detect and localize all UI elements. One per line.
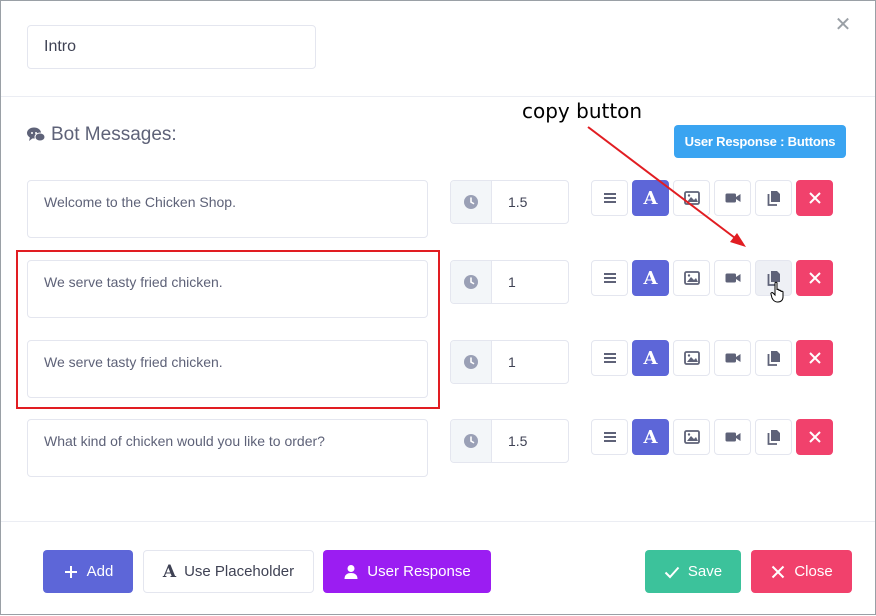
delay-input-group: 1 [450, 340, 569, 384]
copy-icon[interactable] [755, 260, 792, 303]
use-placeholder-button[interactable]: A Use Placeholder [143, 550, 314, 593]
hand-cursor-icon [770, 281, 784, 303]
user-response-label: User Response [367, 563, 471, 580]
image-icon[interactable] [673, 419, 710, 455]
menu-icon[interactable] [591, 180, 628, 216]
font-icon: A [162, 561, 177, 582]
close-icon[interactable]: ✕ [833, 15, 853, 35]
delay-value-input[interactable]: 1 [492, 341, 568, 383]
delete-icon[interactable] [796, 260, 833, 296]
header-divider [1, 96, 875, 97]
save-label: Save [687, 563, 723, 580]
highlight-box [16, 250, 440, 409]
delay-value-input[interactable]: 1.5 [492, 181, 568, 223]
user-response-buttons-button[interactable]: User Response : Buttons [674, 125, 846, 158]
message-text-field[interactable]: What kind of chicken would you like to o… [27, 419, 428, 477]
font-icon[interactable]: A [632, 180, 669, 216]
message-toolbar: A [591, 419, 833, 455]
video-icon[interactable] [714, 260, 751, 296]
message-toolbar: A [591, 340, 833, 376]
font-icon[interactable]: A [632, 340, 669, 376]
video-icon[interactable] [714, 180, 751, 216]
delay-input-group: 1 [450, 260, 569, 304]
font-icon[interactable]: A [632, 419, 669, 455]
message-text-field[interactable]: Welcome to the Chicken Shop. [27, 180, 428, 238]
clock-icon [451, 181, 492, 223]
close-label: Close [794, 563, 833, 580]
intent-title-input[interactable]: Intro [27, 25, 316, 69]
clock-icon [451, 341, 492, 383]
user-icon [344, 564, 358, 579]
image-icon[interactable] [673, 260, 710, 296]
close-button[interactable]: Close [751, 550, 852, 593]
add-button[interactable]: Add [43, 550, 133, 593]
use-placeholder-label: Use Placeholder [184, 563, 295, 580]
delete-icon[interactable] [796, 340, 833, 376]
add-label: Add [86, 563, 114, 580]
message-toolbar: A [591, 260, 833, 303]
message-row: Welcome to the Chicken Shop. 1.5 A [1, 180, 875, 238]
message-row: What kind of chicken would you like to o… [1, 419, 875, 477]
save-button[interactable]: Save [645, 550, 741, 593]
copy-icon[interactable] [755, 340, 792, 376]
video-icon[interactable] [714, 340, 751, 376]
message-toolbar: A [591, 180, 833, 216]
footer-divider [1, 521, 875, 522]
message-editor-modal: Intro ✕ Bot Messages: User Response : Bu… [0, 0, 876, 615]
section-title-text: Bot Messages: [51, 124, 177, 145]
delay-input-group: 1.5 [450, 419, 569, 463]
delete-icon[interactable] [796, 419, 833, 455]
plus-icon [64, 565, 77, 578]
font-icon[interactable]: A [632, 260, 669, 296]
menu-icon[interactable] [591, 260, 628, 296]
image-icon[interactable] [673, 180, 710, 216]
chat-bubbles-icon [27, 127, 45, 142]
delay-value-input[interactable]: 1 [492, 261, 568, 303]
copy-icon[interactable] [755, 419, 792, 455]
delete-icon[interactable] [796, 180, 833, 216]
menu-icon[interactable] [591, 340, 628, 376]
video-icon[interactable] [714, 419, 751, 455]
menu-icon[interactable] [591, 419, 628, 455]
delay-input-group: 1.5 [450, 180, 569, 224]
copy-icon[interactable] [755, 180, 792, 216]
image-icon[interactable] [673, 340, 710, 376]
clock-icon [451, 261, 492, 303]
bot-messages-heading: Bot Messages: [27, 124, 177, 146]
clock-icon [451, 420, 492, 462]
annotation-label: copy button [522, 99, 643, 123]
check-icon [664, 566, 680, 578]
close-icon [772, 565, 785, 578]
delay-value-input[interactable]: 1.5 [492, 420, 568, 462]
user-response-button[interactable]: User Response [323, 550, 491, 593]
